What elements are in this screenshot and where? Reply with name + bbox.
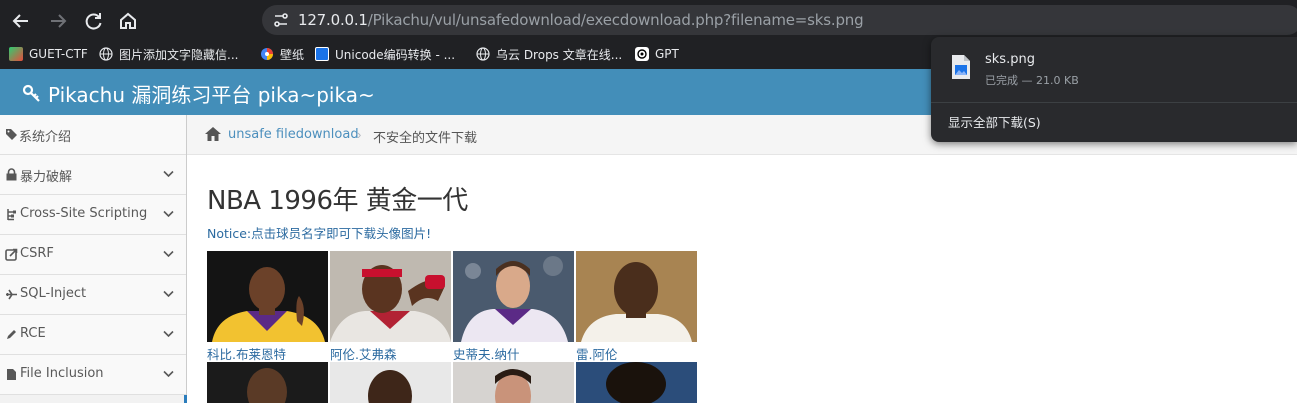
bookmark-label: 壁纸	[280, 47, 305, 62]
brand-link[interactable]: Pikachu 漏洞练习平台 pika~pika~	[22, 79, 375, 108]
sidebar-active-indicator	[184, 395, 187, 403]
share-icon	[5, 248, 18, 261]
url-host: 127.0.0.1	[298, 11, 368, 29]
chevron-down-icon	[163, 170, 174, 178]
plane-icon	[6, 289, 17, 300]
brand-title: Pikachu 漏洞练习平台 pika~pika~	[48, 83, 375, 107]
forward-arrow-icon[interactable]	[45, 8, 71, 34]
sidebar-item-label: File Inclusion	[20, 366, 104, 381]
chevron-down-icon	[163, 210, 174, 218]
divider	[931, 102, 1297, 103]
unicode-icon	[315, 47, 329, 61]
bookmark-label: GUET-CTF	[29, 47, 88, 61]
bookmark-wallpaper[interactable]: 壁纸	[260, 44, 304, 64]
player-download-link[interactable]: 雷.阿伦	[576, 344, 617, 363]
sidebar-item-label: CSRF	[20, 246, 54, 261]
player-photo	[330, 362, 451, 403]
chevron-down-icon	[163, 290, 174, 298]
sidebar-item-label: RCE	[20, 326, 46, 341]
address-bar[interactable]: 127.0.0.1/Pikachu/vul/unsafedownload/exe…	[262, 5, 1297, 35]
show-all-downloads-button[interactable]: 显示全部下载(S)	[948, 112, 1041, 131]
url-path: /Pikachu/vul/unsafedownload/execdownload…	[367, 11, 864, 29]
sidebar-item-intro[interactable]: 系统介绍	[0, 115, 186, 155]
guet-icon	[9, 47, 23, 61]
player-download-link[interactable]: 科比.布莱恩特	[207, 344, 286, 363]
reload-icon[interactable]	[80, 8, 106, 34]
chevron-down-icon	[163, 250, 174, 258]
file-icon	[7, 369, 16, 380]
bookmark-guet-ctf[interactable]: GUET-CTF	[9, 44, 88, 64]
sidebar-item-xss[interactable]: Cross-Site Scripting	[0, 195, 186, 235]
openai-icon	[635, 47, 649, 61]
download-status: 已完成 — 21.0 KB	[985, 74, 1079, 87]
sidebar: 系统介绍 暴力破解 Cross-Site Scripting CSRF SQL-…	[0, 115, 187, 403]
url-text[interactable]: 127.0.0.1/Pikachu/vul/unsafedownload/exe…	[298, 11, 864, 29]
lock-icon	[6, 168, 17, 181]
sitemap-icon	[7, 209, 16, 221]
bookmark-gpt[interactable]: GPT	[635, 44, 679, 64]
player-photo-kobe	[207, 251, 328, 342]
breadcrumb-link[interactable]: unsafe filedownload	[228, 127, 359, 142]
sidebar-item-label: 暴力破解	[20, 170, 73, 185]
bookmarks-bar: GUET-CTF 图片添加文字隐藏信... 壁纸 Unicode编码转换 - .…	[0, 41, 935, 67]
sidebar-item-label: 系统介绍	[19, 130, 72, 145]
bookmark-label: 乌云 Drops 文章在线...	[496, 47, 623, 62]
player-download-link[interactable]: 阿伦.艾弗森	[330, 344, 396, 363]
sidebar-item-rce[interactable]: RCE	[0, 315, 186, 355]
home-icon[interactable]	[204, 126, 222, 142]
chevron-down-icon	[163, 370, 174, 378]
back-arrow-icon[interactable]	[8, 8, 34, 34]
sidebar-item-label: SQL-Inject	[20, 286, 87, 301]
bookmark-unicode[interactable]: Unicode编码转换 - ...	[315, 44, 455, 64]
image-file-icon	[952, 55, 970, 79]
breadcrumb-current: 不安全的文件下载	[373, 131, 478, 146]
globe-icon	[99, 47, 113, 61]
bookmark-label: GPT	[655, 47, 679, 61]
key-icon	[22, 84, 40, 102]
download-bubble: sks.png 已完成 — 21.0 KB 显示全部下载(S)	[931, 37, 1297, 142]
page-title: NBA 1996年 黄金一代	[207, 186, 468, 216]
wallpaper-icon	[261, 48, 273, 60]
home-icon[interactable]	[115, 8, 141, 34]
globe-icon	[476, 47, 490, 61]
sidebar-item-sql-inject[interactable]: SQL-Inject	[0, 275, 186, 315]
player-photo	[207, 362, 328, 403]
sidebar-item-brute-force[interactable]: 暴力破解	[0, 155, 186, 195]
bookmark-wooyun-drops[interactable]: 乌云 Drops 文章在线...	[476, 44, 622, 64]
chevron-down-icon	[163, 330, 174, 338]
bookmark-label: 图片添加文字隐藏信...	[119, 47, 239, 62]
sidebar-item-label: Cross-Site Scripting	[20, 206, 148, 221]
site-info-icon[interactable]	[272, 11, 290, 29]
sidebar-item-csrf[interactable]: CSRF	[0, 235, 186, 275]
player-download-link[interactable]: 史蒂夫.纳什	[453, 344, 519, 363]
player-photo-allen	[576, 251, 697, 342]
player-photo-iverson	[330, 251, 451, 342]
pencil-icon	[7, 330, 16, 339]
player-photo	[453, 362, 574, 403]
notice-text: Notice:点击球员名字即可下载头像图片!	[207, 226, 432, 241]
bookmark-label: Unicode编码转换 - ...	[335, 47, 456, 62]
tags-icon	[6, 129, 17, 140]
breadcrumb-separator: ›	[357, 127, 362, 142]
bookmark-image-text[interactable]: 图片添加文字隐藏信...	[99, 44, 238, 64]
sidebar-item-file-inclusion[interactable]: File Inclusion	[0, 355, 186, 395]
player-photo-nash	[453, 251, 574, 342]
download-filename[interactable]: sks.png	[985, 52, 1035, 67]
player-photo	[576, 362, 697, 403]
